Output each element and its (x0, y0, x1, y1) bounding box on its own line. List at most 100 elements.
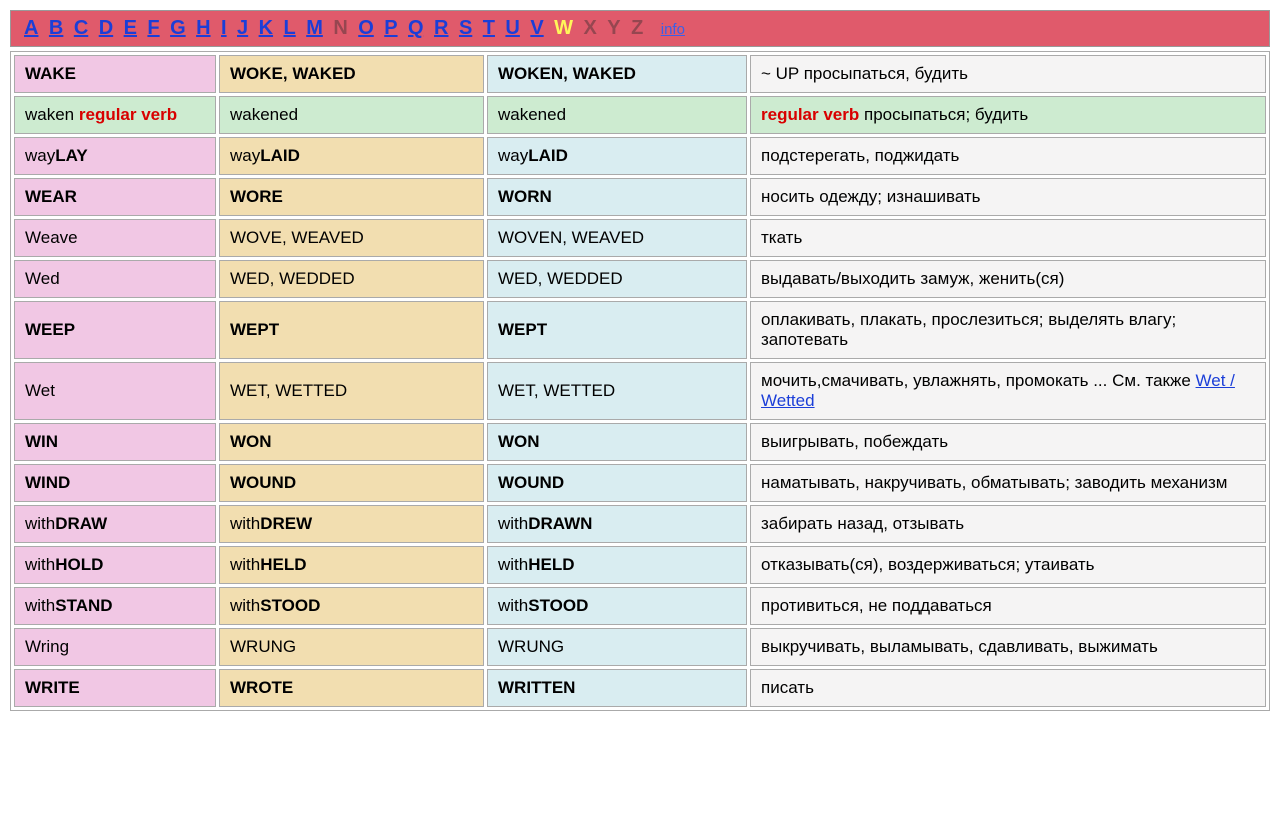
cell-translation: regular verb просыпаться; будить (750, 96, 1266, 134)
nav-letter-h[interactable]: H (196, 17, 210, 39)
nav-letter-disabled: X (583, 17, 596, 39)
nav-letter-q[interactable]: Q (408, 17, 424, 39)
cell-infinitive: WEEP (14, 301, 216, 359)
nav-letter-c[interactable]: C (74, 17, 88, 39)
cell-past: WET, WETTED (219, 362, 484, 420)
nav-letter-disabled: Y (607, 17, 620, 39)
table-row: wayLAYwayLAIDwayLAIDподстерегать, поджид… (14, 137, 1266, 175)
verb-table: WAKEWOKE, WAKEDWOKEN, WAKED~ UP просыпат… (10, 51, 1270, 711)
nav-letter-a[interactable]: A (24, 17, 38, 39)
table-row: WetWET, WETTEDWET, WETTEDмочить,смачиват… (14, 362, 1266, 420)
nav-letter-e[interactable]: E (124, 17, 137, 39)
cell-translation: мочить,смачивать, увлажнять, промокать .… (750, 362, 1266, 420)
nav-letter-t[interactable]: T (483, 17, 495, 39)
cell-participle: WORN (487, 178, 747, 216)
cell-past: WOKE, WAKED (219, 55, 484, 93)
table-row: WedWED, WEDDEDWED, WEDDEDвыдавать/выходи… (14, 260, 1266, 298)
cell-past: WRUNG (219, 628, 484, 666)
cell-participle: WOVEN, WEAVED (487, 219, 747, 257)
cell-translation: отказывать(ся), воздерживаться; утаивать (750, 546, 1266, 584)
nav-letter-d[interactable]: D (99, 17, 113, 39)
cell-participle: WOKEN, WAKED (487, 55, 747, 93)
cell-past: withSTOOD (219, 587, 484, 625)
nav-letter-v[interactable]: V (530, 17, 543, 39)
cell-past: WORE (219, 178, 484, 216)
cell-past: withDREW (219, 505, 484, 543)
table-row: WAKEWOKE, WAKEDWOKEN, WAKED~ UP просыпат… (14, 55, 1266, 93)
nav-letter-k[interactable]: K (259, 17, 273, 39)
cell-participle: WEPT (487, 301, 747, 359)
cell-infinitive: Weave (14, 219, 216, 257)
cell-infinitive: withSTAND (14, 587, 216, 625)
cell-infinitive: WRITE (14, 669, 216, 707)
table-row: WEARWOREWORNносить одежду; изнашивать (14, 178, 1266, 216)
cell-past: WOVE, WEAVED (219, 219, 484, 257)
nav-info-link[interactable]: info (661, 21, 685, 38)
nav-letter-l[interactable]: L (284, 17, 296, 39)
table-row: WeaveWOVE, WEAVEDWOVEN, WEAVEDткать (14, 219, 1266, 257)
nav-letter-disabled: N (333, 17, 347, 39)
cell-past: WOUND (219, 464, 484, 502)
table-row: withHOLDwithHELDwithHELDотказывать(ся), … (14, 546, 1266, 584)
table-row: waken regular verbwakenedwakenedregular … (14, 96, 1266, 134)
cell-past: WON (219, 423, 484, 461)
table-row: withDRAWwithDREWwithDRAWNзабирать назад,… (14, 505, 1266, 543)
cell-past: WROTE (219, 669, 484, 707)
nav-letter-i[interactable]: I (221, 17, 227, 39)
cell-infinitive: Wring (14, 628, 216, 666)
nav-letter-p[interactable]: P (384, 17, 397, 39)
cell-participle: withHELD (487, 546, 747, 584)
cell-infinitive: waken regular verb (14, 96, 216, 134)
cell-translation: оплакивать, плакать, прослезиться; выдел… (750, 301, 1266, 359)
cell-infinitive: Wet (14, 362, 216, 420)
nav-letter-u[interactable]: U (505, 17, 519, 39)
cell-participle: wayLAID (487, 137, 747, 175)
cell-translation: выигрывать, побеждать (750, 423, 1266, 461)
cell-translation: носить одежду; изнашивать (750, 178, 1266, 216)
cell-infinitive: withHOLD (14, 546, 216, 584)
nav-letter-f[interactable]: F (147, 17, 159, 39)
cell-translation: ~ UP просыпаться, будить (750, 55, 1266, 93)
cell-infinitive: WIND (14, 464, 216, 502)
table-row: WINWONWONвыигрывать, побеждать (14, 423, 1266, 461)
cell-translation: забирать назад, отзывать (750, 505, 1266, 543)
cell-translation: выкручивать, выламывать, сдавливать, выж… (750, 628, 1266, 666)
cell-past: withHELD (219, 546, 484, 584)
cell-participle: WRITTEN (487, 669, 747, 707)
cell-translation: выдавать/выходить замуж, женить(ся) (750, 260, 1266, 298)
alphabet-nav: A B C D E F G H I J K L M N O P Q R S T … (10, 10, 1270, 47)
cell-past: wakened (219, 96, 484, 134)
nav-letter-j[interactable]: J (237, 17, 248, 39)
cell-translation: писать (750, 669, 1266, 707)
nav-letter-m[interactable]: M (306, 17, 323, 39)
nav-letter-g[interactable]: G (170, 17, 186, 39)
cell-infinitive: withDRAW (14, 505, 216, 543)
cell-translation: наматывать, накручивать, обматывать; зав… (750, 464, 1266, 502)
cell-participle: withSTOOD (487, 587, 747, 625)
table-row: WringWRUNGWRUNGвыкручивать, выламывать, … (14, 628, 1266, 666)
table-row: WRITEWROTEWRITTENписать (14, 669, 1266, 707)
cell-infinitive: WIN (14, 423, 216, 461)
cell-translation: ткать (750, 219, 1266, 257)
cell-past: wayLAID (219, 137, 484, 175)
see-also-link[interactable]: Wet / Wetted (761, 371, 1235, 410)
cell-participle: WED, WEDDED (487, 260, 747, 298)
cell-past: WEPT (219, 301, 484, 359)
cell-participle: WET, WETTED (487, 362, 747, 420)
cell-infinitive: WAKE (14, 55, 216, 93)
nav-letter-s[interactable]: S (459, 17, 472, 39)
table-row: WINDWOUNDWOUNDнаматывать, накручивать, о… (14, 464, 1266, 502)
table-row: WEEPWEPTWEPTоплакивать, плакать, прослез… (14, 301, 1266, 359)
cell-past: WED, WEDDED (219, 260, 484, 298)
nav-letter-disabled: Z (631, 17, 643, 39)
cell-translation: противиться, не поддаваться (750, 587, 1266, 625)
cell-participle: WRUNG (487, 628, 747, 666)
nav-letter-r[interactable]: R (434, 17, 448, 39)
nav-letter-o[interactable]: O (358, 17, 374, 39)
cell-infinitive: wayLAY (14, 137, 216, 175)
nav-letter-b[interactable]: B (49, 17, 63, 39)
cell-participle: WON (487, 423, 747, 461)
cell-translation: подстерегать, поджидать (750, 137, 1266, 175)
cell-participle: WOUND (487, 464, 747, 502)
nav-letter-current: W (554, 17, 573, 39)
